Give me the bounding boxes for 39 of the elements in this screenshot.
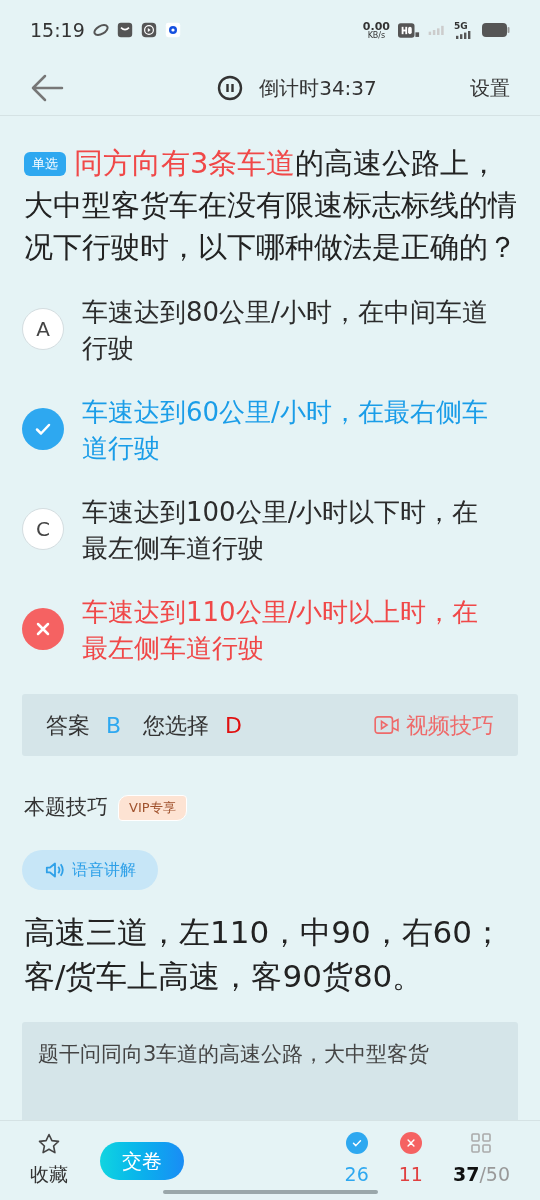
question-type-badge: 单选 (24, 152, 66, 176)
question-text: 单选 同方向有3条车道的高速公路上，大中型客货车在没有限速标志标线的情况下行驶时，以下哪种做法是正确的？ (23, 145, 518, 266)
option-letter[interactable]: A (22, 308, 64, 350)
correct-answer: B (106, 711, 122, 740)
question-grid-button[interactable]: 37/50 (452, 1132, 510, 1189)
app-icon (164, 22, 181, 38)
pause-button[interactable] (217, 74, 244, 101)
play-app-icon (140, 22, 157, 38)
speed-unit: KB/s (367, 31, 386, 40)
network-type: 5G (454, 21, 469, 31)
hd-icon (398, 22, 420, 38)
option-text[interactable]: 车速达到100公里/小时以下时，在最左侧车道行驶 (82, 494, 494, 566)
planet-icon (92, 22, 109, 38)
mnemonic-text: 高速三道，左110，中90，右60；客/货车上高速，客90货80。 (23, 912, 505, 996)
your-choice: D (225, 711, 243, 740)
choice-label: 您选择 (143, 711, 210, 740)
signal-weak-icon (428, 25, 446, 35)
network-speed: 0.00 (362, 20, 390, 32)
wrong-icon (399, 1132, 422, 1155)
option-text[interactable]: 车速达到80公里/小时，在中间车道行驶 (82, 294, 494, 366)
wrong-count: 11 (398, 1162, 423, 1188)
mail-app-icon (116, 22, 133, 38)
countdown-timer: 倒计时34:37 (259, 74, 377, 102)
correct-icon (345, 1132, 368, 1155)
answer-label: 答案 (46, 711, 90, 740)
option-letter[interactable]: C (22, 508, 64, 550)
status-time: 15:19 (30, 17, 85, 43)
grid-icon (470, 1132, 493, 1155)
favorite-button[interactable]: 收藏 (30, 1132, 68, 1189)
battery-icon (482, 23, 510, 37)
explanation-text: 题干问同向3车道的高速公路，大中型客货 (38, 1041, 430, 1066)
vip-badge: VIP专享 (118, 795, 187, 821)
settings-button[interactable]: 设置 (470, 72, 510, 103)
progress-count: 37/50 (452, 1162, 510, 1188)
speaker-icon (44, 860, 66, 879)
back-button[interactable] (30, 72, 64, 103)
tips-title: 本题技巧 (24, 794, 108, 821)
video-icon (374, 715, 400, 735)
correct-count: 26 (344, 1162, 369, 1188)
